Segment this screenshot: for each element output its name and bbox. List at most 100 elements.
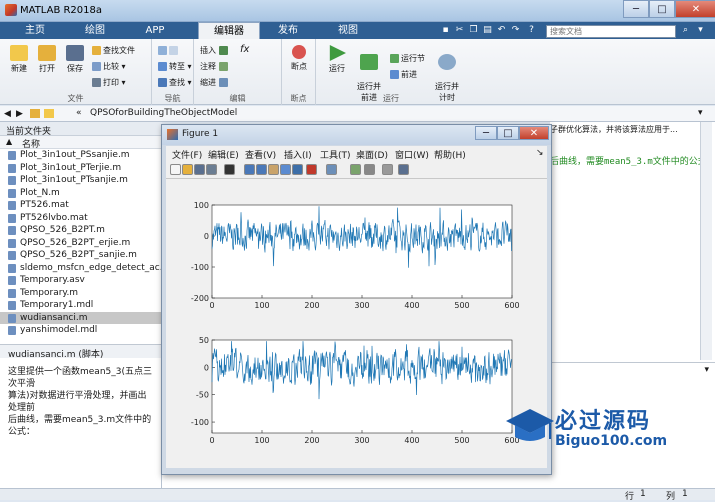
copy-icon[interactable]: ❐ [468, 25, 479, 36]
file-list-item[interactable]: Plot_N.m [0, 187, 162, 200]
forward-arrow-icon[interactable]: ▶ [16, 109, 23, 119]
find-files-button[interactable]: 查找文件 [92, 45, 135, 57]
status-bar: 行 1 列 1 [0, 488, 715, 502]
browse-folder-icon[interactable] [44, 109, 54, 118]
tab-plots[interactable]: 绘图 [70, 22, 120, 39]
file-list-item[interactable]: wudiansanci.m [0, 311, 162, 324]
cut-icon[interactable]: ✂ [454, 25, 465, 36]
figure-canvas[interactable]: 0 100 200 300 400 500 600 100 0 -100 -200 0 100 200 30… [166, 179, 547, 468]
redo-icon[interactable]: ↷ [510, 25, 521, 36]
open-icon[interactable] [182, 164, 193, 175]
open-button[interactable]: 打开 [34, 45, 60, 74]
file-list-item[interactable]: QPSO_526_B2PT_sanjie.m [0, 249, 162, 262]
tab-view[interactable]: 视图 [322, 22, 374, 39]
menu-desktop[interactable]: 桌面(D) [356, 148, 388, 161]
file-list-item[interactable]: Temporary1.mdl [0, 299, 162, 312]
details-header[interactable]: wudiansanci.m (脚本) [0, 344, 162, 360]
search-icon[interactable]: ⌕ [680, 25, 691, 36]
figure-title-bar[interactable]: Figure 1 ─ □ ✕ [162, 125, 551, 145]
menu-help[interactable]: 帮助(H) [434, 148, 466, 161]
menu-view[interactable]: 查看(V) [245, 148, 276, 161]
brush-icon[interactable] [306, 164, 317, 175]
search-docs-input[interactable] [546, 25, 676, 38]
name-column-header[interactable]: ▲ 名称 [0, 136, 162, 150]
up-folder-icon[interactable] [30, 109, 40, 118]
current-folder-path[interactable]: QPSOforBuildingTheObjectModel [90, 108, 237, 118]
goto-icon [158, 62, 167, 71]
menu-file[interactable]: 文件(F) [172, 148, 202, 161]
minimize-icon[interactable]: ─ [623, 0, 649, 18]
file-list-item[interactable]: QPSO_526_B2PT_erjie.m [0, 237, 162, 250]
paste-icon[interactable]: ▤ [482, 25, 493, 36]
tab-apps[interactable]: APP [130, 22, 180, 39]
link-icon[interactable] [326, 164, 337, 175]
expand-ribbon-icon[interactable]: ▾ [695, 25, 706, 36]
file-list-item[interactable]: PT526lvbo.mat [0, 212, 162, 225]
breakpoints-group-label: 断点 [290, 94, 307, 103]
legend-icon[interactable] [364, 164, 375, 175]
help-icon[interactable]: ? [526, 25, 537, 36]
figure-maximize-icon[interactable]: □ [497, 126, 519, 140]
editor-scrollbar[interactable] [700, 122, 712, 360]
menu-dock-icon[interactable]: ↘ [536, 148, 544, 158]
file-list-item[interactable]: Temporary.asv [0, 274, 162, 287]
new-button[interactable]: 新建 [6, 45, 32, 74]
menu-edit[interactable]: 编辑(E) [208, 148, 239, 161]
figure-minimize-icon[interactable]: ─ [475, 126, 497, 140]
file-list-item[interactable]: sldemo_msfcn_edge_detect_ac... [0, 262, 162, 275]
undo-icon[interactable]: ↶ [496, 25, 507, 36]
indent-button[interactable]: 缩进 [200, 77, 230, 89]
file-list-item[interactable]: Plot_3in1out_PSsanjie.m [0, 149, 162, 162]
run-button[interactable]: 运行 [324, 45, 350, 74]
save-button[interactable]: 保存 [62, 45, 88, 74]
rotate-icon[interactable] [280, 164, 291, 175]
zoom-out-icon[interactable] [256, 164, 267, 175]
fx-button[interactable]: fx [240, 44, 249, 56]
print-button[interactable]: 打印 ▾ [92, 77, 126, 89]
command-window-menu-icon[interactable]: ▾ [704, 365, 709, 375]
insert-icon [218, 46, 228, 55]
menu-tools[interactable]: 工具(T) [320, 148, 351, 161]
tab-publish[interactable]: 发布 [262, 22, 314, 39]
save-icon[interactable]: ▪ [440, 25, 451, 36]
data-cursor-icon[interactable] [292, 164, 303, 175]
file-list-item[interactable]: Plot_3in1out_PTerjie.m [0, 162, 162, 175]
address-dropdown-icon[interactable]: ▾ [698, 108, 703, 118]
pan-icon[interactable] [268, 164, 279, 175]
print-icon[interactable] [206, 164, 217, 175]
editor-pane[interactable]: 子群优化算法，并将该算法应用于... 后曲线，需要mean5_3.m文件中的公式 [550, 122, 715, 362]
compare-button[interactable]: 比较 ▾ [92, 61, 126, 73]
tab-editor[interactable]: 编辑器 [198, 22, 260, 39]
colorbar-icon[interactable] [350, 164, 361, 175]
figure-window[interactable]: Figure 1 ─ □ ✕ 文件(F) 编辑(E) 查看(V) 插入(I) 工… [161, 124, 552, 475]
details-text: 这里提供一个函数mean5_3(五点三次平滑 算法)对数据进行平滑处理，并画出处… [0, 358, 162, 488]
file-icon [8, 163, 16, 173]
show-tools-icon[interactable] [398, 164, 409, 175]
maximize-icon[interactable]: □ [649, 0, 675, 18]
save-icon[interactable] [194, 164, 205, 175]
run-section-button[interactable]: 运行节 [390, 53, 425, 65]
back-button[interactable] [158, 45, 180, 57]
file-list-item[interactable]: PT526.mat [0, 199, 162, 212]
file-list-item[interactable]: Plot_3in1out_PTsanjie.m [0, 174, 162, 187]
menu-window[interactable]: 窗口(W) [395, 148, 429, 161]
tab-home[interactable]: 主页 [10, 22, 60, 39]
file-list-item[interactable]: QPSO_526_B2PT.m [0, 224, 162, 237]
breakpoints-button[interactable]: 断点 [286, 45, 312, 72]
zoom-in-icon[interactable] [244, 164, 255, 175]
insert-button[interactable]: 插入 [200, 45, 230, 57]
advance-button[interactable]: 前进 [390, 69, 417, 81]
back-arrow-icon[interactable]: ◀ [4, 109, 11, 119]
comment-button[interactable]: 注释 [200, 61, 230, 73]
find-button[interactable]: 查找 ▾ [158, 77, 192, 89]
file-list-item[interactable]: yanshimodel.mdl [0, 324, 162, 337]
hide-tools-icon[interactable] [382, 164, 393, 175]
file-list-item[interactable]: Temporary.m [0, 287, 162, 300]
menu-insert[interactable]: 插入(I) [284, 148, 312, 161]
close-icon[interactable]: ✕ [675, 0, 715, 18]
file-icon [8, 251, 16, 260]
pointer-icon[interactable] [224, 164, 235, 175]
goto-button[interactable]: 转至 ▾ [158, 61, 192, 73]
new-figure-icon[interactable] [170, 164, 181, 175]
figure-close-icon[interactable]: ✕ [519, 126, 549, 140]
